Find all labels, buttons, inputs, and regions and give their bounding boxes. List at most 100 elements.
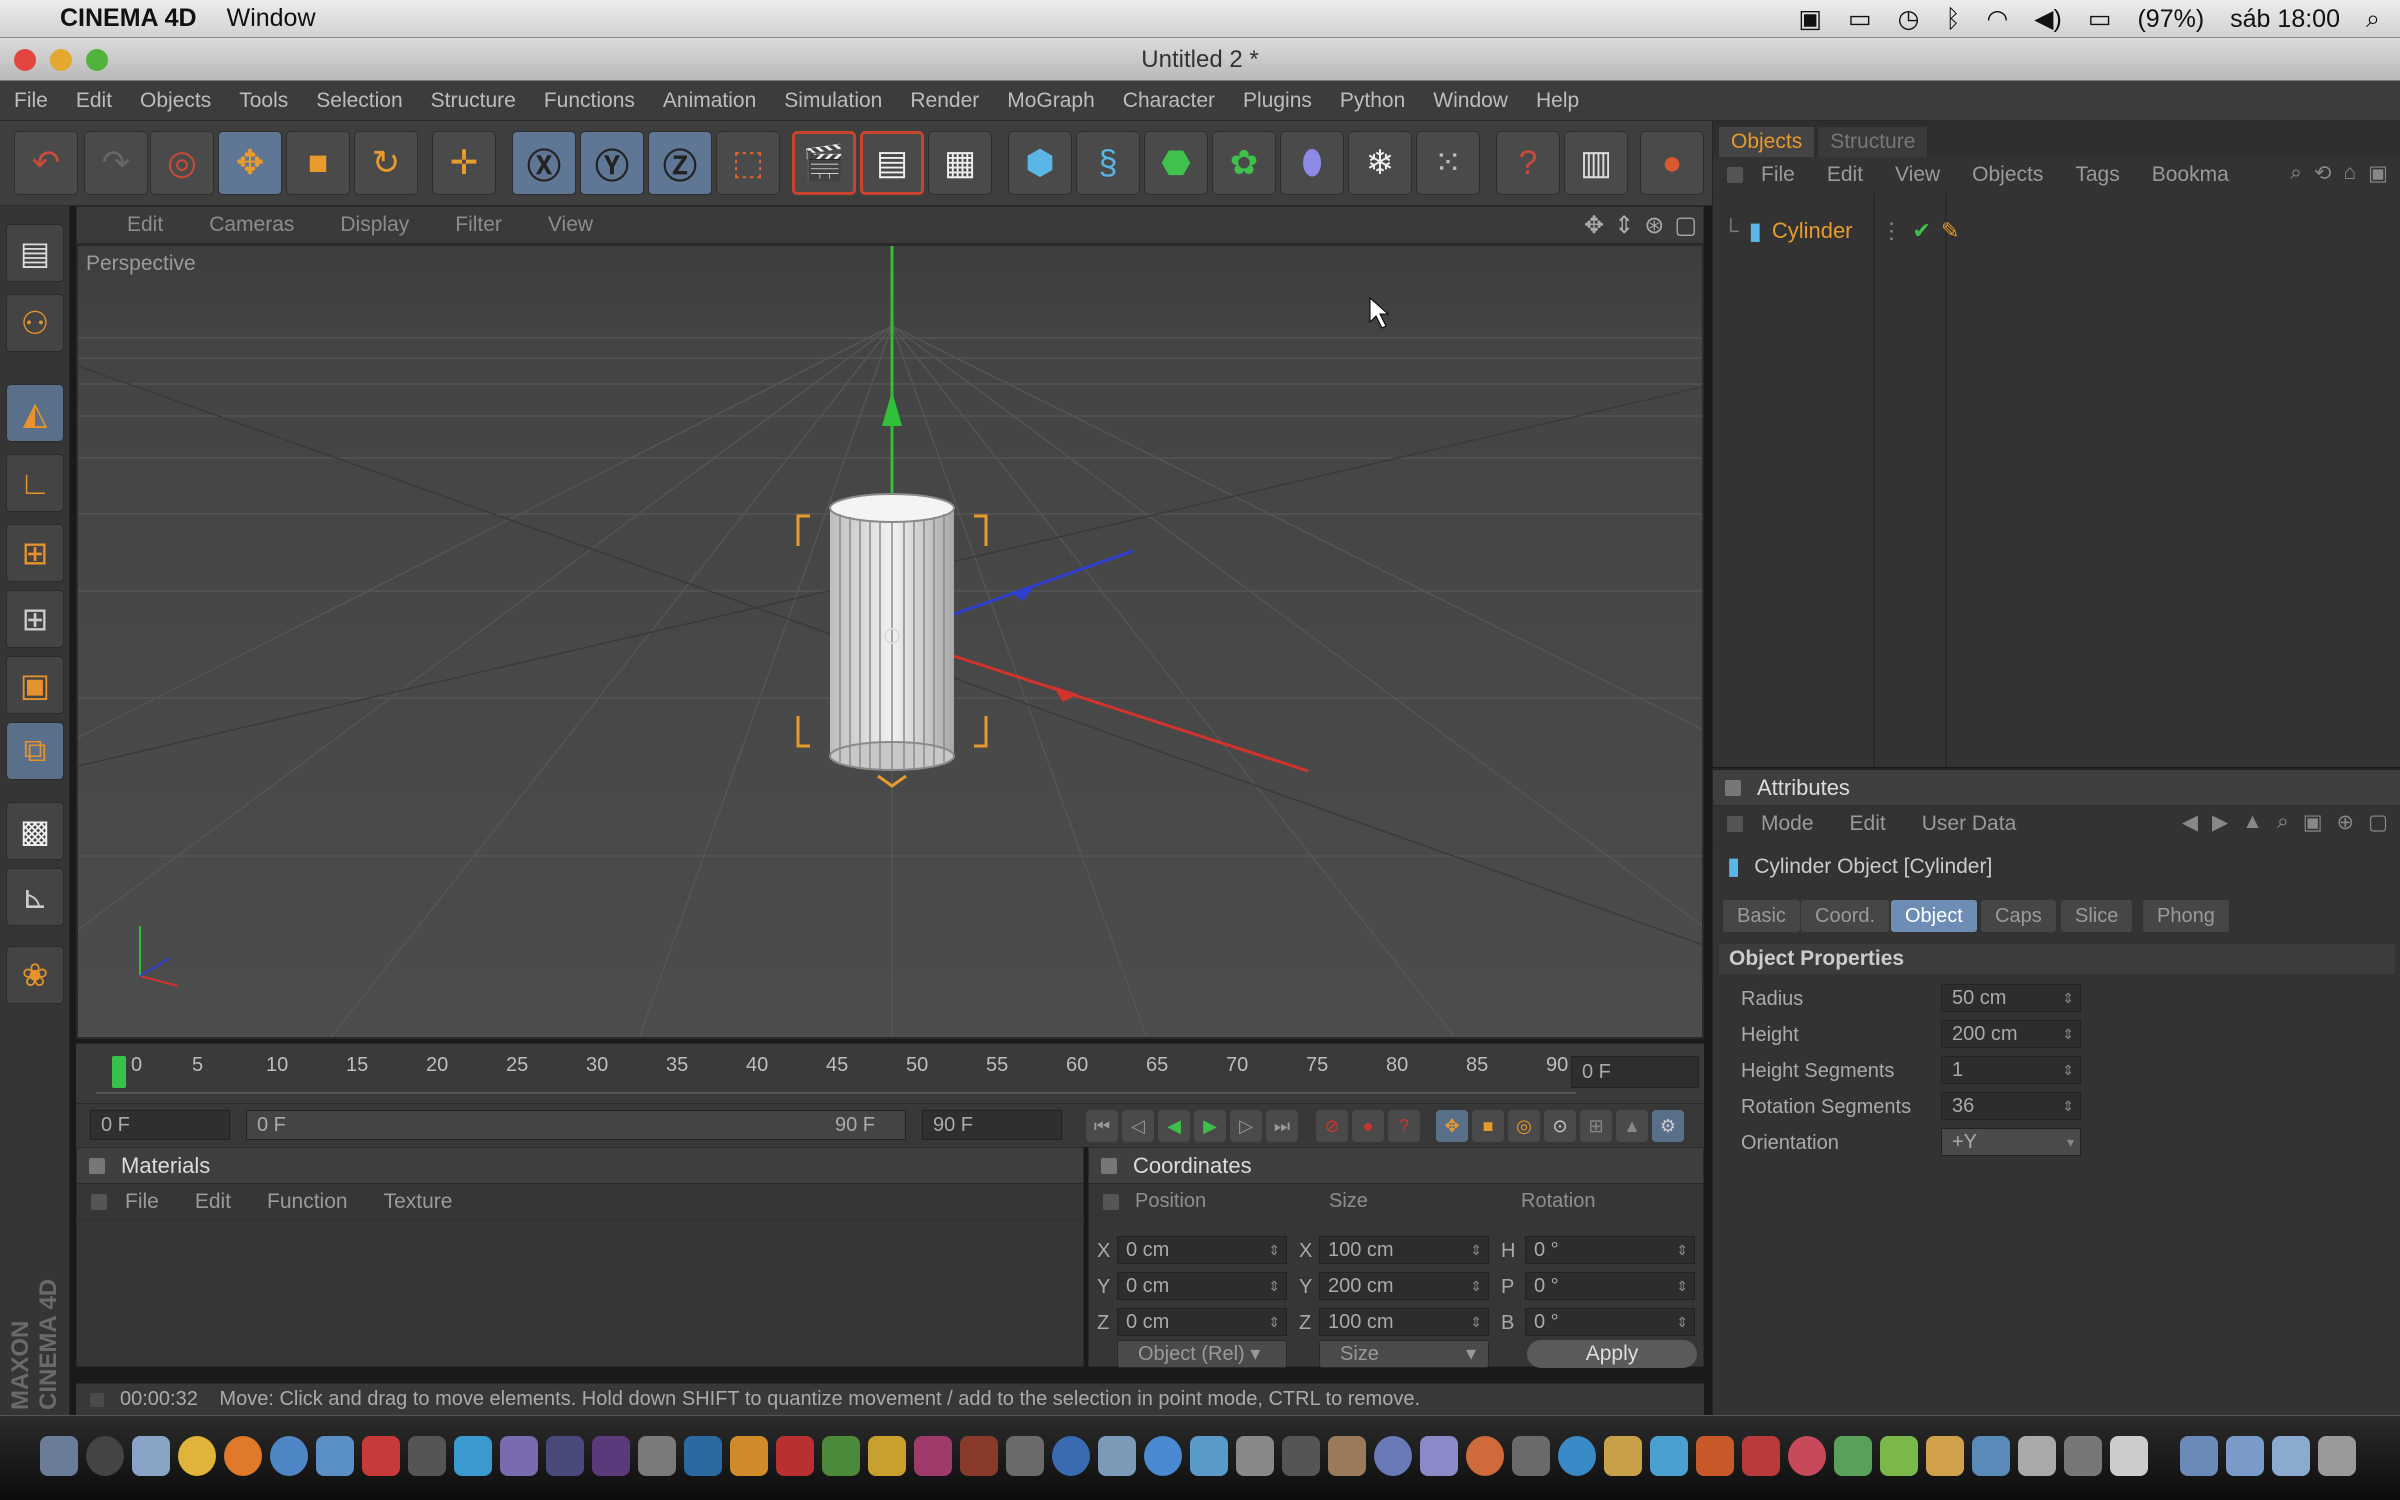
viewport-menu-filter[interactable]: Filter bbox=[455, 213, 502, 237]
display-icon[interactable]: ▭ bbox=[1848, 4, 1872, 34]
menu-plugins[interactable]: Plugins bbox=[1243, 89, 1312, 113]
time-machine-icon[interactable]: ◷ bbox=[1898, 4, 1920, 34]
encore-icon[interactable] bbox=[638, 1436, 676, 1476]
timeline[interactable]: 0 5 10 15 20 25 30 35 40 45 50 55 60 65 … bbox=[76, 1043, 1704, 1103]
interpolation-icon[interactable]: ▲ bbox=[1616, 1110, 1648, 1142]
mail-icon[interactable] bbox=[1190, 1436, 1228, 1476]
tab-objects[interactable]: Objects bbox=[1719, 127, 1815, 157]
objects-menu-view[interactable]: View bbox=[1895, 163, 1940, 187]
max-time-field[interactable]: 90 F bbox=[922, 1110, 1062, 1140]
bridge-icon[interactable] bbox=[960, 1436, 998, 1476]
safari-icon[interactable] bbox=[270, 1436, 308, 1476]
make-editable-icon[interactable]: ▤ bbox=[6, 224, 64, 282]
key-rotation-icon[interactable]: ◎ bbox=[1508, 1110, 1540, 1142]
perspective-viewport[interactable]: Perspective bbox=[76, 244, 1704, 1039]
size-y-field[interactable]: 200 cm ⇕ bbox=[1319, 1272, 1489, 1300]
app-icon[interactable] bbox=[1466, 1436, 1504, 1476]
orientation-dropdown[interactable]: +Y ▾ bbox=[1941, 1128, 2081, 1156]
photoshop-icon[interactable] bbox=[684, 1436, 722, 1476]
spline-icon[interactable]: § bbox=[1076, 131, 1140, 195]
premiere-icon[interactable] bbox=[592, 1436, 630, 1476]
viewport-move-icon[interactable]: ✥ bbox=[1584, 211, 1604, 240]
panel-grip-icon[interactable] bbox=[1101, 1158, 1117, 1174]
search-icon[interactable]: ⌕ bbox=[2290, 161, 2302, 186]
tweak-mode-icon[interactable]: ▩ bbox=[6, 802, 64, 860]
viewport-menu-cameras[interactable]: Cameras bbox=[209, 213, 294, 237]
app-icon[interactable] bbox=[1328, 1436, 1366, 1476]
app-icon[interactable] bbox=[1604, 1436, 1642, 1476]
app-icon[interactable] bbox=[1880, 1436, 1918, 1476]
viewport-rotate-icon[interactable]: ⊛ bbox=[1644, 211, 1664, 240]
after-effects-icon[interactable] bbox=[546, 1436, 584, 1476]
objects-menu-file[interactable]: File bbox=[1761, 163, 1795, 187]
panel-toggle-icon[interactable] bbox=[1727, 816, 1743, 832]
nurbs-icon[interactable]: ⬣ bbox=[1144, 131, 1208, 195]
system-preferences-icon[interactable] bbox=[2064, 1436, 2102, 1476]
environment-icon[interactable]: ❄ bbox=[1348, 131, 1412, 195]
menu-tools[interactable]: Tools bbox=[239, 89, 288, 113]
window-menu[interactable]: Window bbox=[227, 4, 316, 33]
downloads-folder-icon[interactable] bbox=[2272, 1436, 2310, 1476]
documents-folder-icon[interactable] bbox=[2226, 1436, 2264, 1476]
polygons-mode-icon[interactable]: ▣ bbox=[6, 656, 64, 714]
add-icon[interactable]: ⊕ bbox=[2337, 810, 2355, 835]
panel-toggle-icon[interactable] bbox=[1727, 167, 1743, 183]
phong-tag-icon[interactable]: ✎ bbox=[1941, 218, 1959, 244]
go-to-start-icon[interactable]: ⏮ bbox=[1086, 1110, 1118, 1142]
media-encoder-icon[interactable] bbox=[500, 1436, 538, 1476]
new-view-icon[interactable]: ▢ bbox=[2368, 810, 2388, 835]
texture-axis-mode-icon[interactable]: ∟ bbox=[6, 454, 64, 512]
attributes-menu-user-data[interactable]: User Data bbox=[1922, 812, 2017, 836]
menu-selection[interactable]: Selection bbox=[316, 89, 402, 113]
app-icon[interactable] bbox=[1512, 1436, 1550, 1476]
menu-help[interactable]: Help bbox=[1536, 89, 1579, 113]
clock[interactable]: sáb 18:00 bbox=[2230, 5, 2340, 34]
apply-button[interactable]: Apply bbox=[1527, 1340, 1697, 1368]
menu-character[interactable]: Character bbox=[1123, 89, 1215, 113]
attributes-menu-edit[interactable]: Edit bbox=[1850, 812, 1886, 836]
app-icon[interactable] bbox=[1374, 1436, 1412, 1476]
volume-icon[interactable]: ◀) bbox=[2034, 4, 2062, 34]
dashboard-icon[interactable] bbox=[86, 1436, 124, 1476]
filezilla-icon[interactable] bbox=[1742, 1436, 1780, 1476]
x-axis-handle[interactable] bbox=[1053, 686, 1078, 702]
pos-y-field[interactable]: 0 cm ⇕ bbox=[1117, 1272, 1287, 1300]
z-axis-handle[interactable] bbox=[1013, 584, 1036, 601]
live-selection-icon[interactable]: ◎ bbox=[150, 131, 214, 195]
menu-objects[interactable]: Objects bbox=[140, 89, 211, 113]
back-arrow-icon[interactable]: ◀ bbox=[2182, 810, 2198, 835]
size-z-field[interactable]: 100 cm ⇕ bbox=[1319, 1308, 1489, 1336]
key-pla-icon[interactable]: ⊞ bbox=[1580, 1110, 1612, 1142]
cylinder-object[interactable] bbox=[829, 493, 955, 771]
key-position-icon[interactable]: ✥ bbox=[1436, 1110, 1468, 1142]
objects-menu-objects[interactable]: Objects bbox=[1972, 163, 2043, 187]
app-store-icon[interactable] bbox=[316, 1436, 354, 1476]
materials-menu-function[interactable]: Function bbox=[267, 1190, 348, 1214]
menu-edit[interactable]: Edit bbox=[76, 89, 112, 113]
cube-object-icon[interactable]: ⬢ bbox=[1008, 131, 1072, 195]
object-mode-icon[interactable]: ◭ bbox=[6, 384, 64, 442]
materials-menu-file[interactable]: File bbox=[125, 1190, 159, 1214]
quicktime-icon[interactable] bbox=[1052, 1436, 1090, 1476]
viewport-zoom-icon[interactable]: ⇕ bbox=[1614, 211, 1634, 240]
rot-h-field[interactable]: 0 ° ⇕ bbox=[1525, 1236, 1695, 1264]
prev-key-icon[interactable]: ◁ bbox=[1122, 1110, 1154, 1142]
menu-file[interactable]: File bbox=[14, 89, 48, 113]
wifi-icon[interactable]: ◠ bbox=[1986, 4, 2008, 34]
workplane-icon[interactable]: ❀ bbox=[6, 946, 64, 1004]
radius-field[interactable]: 50 cm ⇕ bbox=[1941, 984, 2081, 1012]
menu-render[interactable]: Render bbox=[910, 89, 979, 113]
move-tool-icon[interactable]: ✥ bbox=[218, 131, 282, 195]
pos-x-field[interactable]: 0 cm ⇕ bbox=[1117, 1236, 1287, 1264]
home-icon[interactable]: ⌂ bbox=[2343, 161, 2356, 186]
app-icon[interactable] bbox=[1972, 1436, 2010, 1476]
list-item[interactable]: └ ▮ Cylinder ⋮ ✔ ✎ bbox=[1723, 215, 1959, 247]
tab-caps[interactable]: Caps bbox=[1981, 900, 2056, 932]
attributes-menu-mode[interactable]: Mode bbox=[1761, 812, 1814, 836]
firefox-icon[interactable] bbox=[224, 1436, 262, 1476]
app-icon[interactable] bbox=[1696, 1436, 1734, 1476]
size-mode-dropdown[interactable]: Size ▾ bbox=[1319, 1340, 1489, 1368]
objects-menu-tags[interactable]: Tags bbox=[2075, 163, 2119, 187]
dreamweaver-icon[interactable] bbox=[822, 1436, 860, 1476]
tab-object[interactable]: Object bbox=[1891, 900, 1977, 932]
